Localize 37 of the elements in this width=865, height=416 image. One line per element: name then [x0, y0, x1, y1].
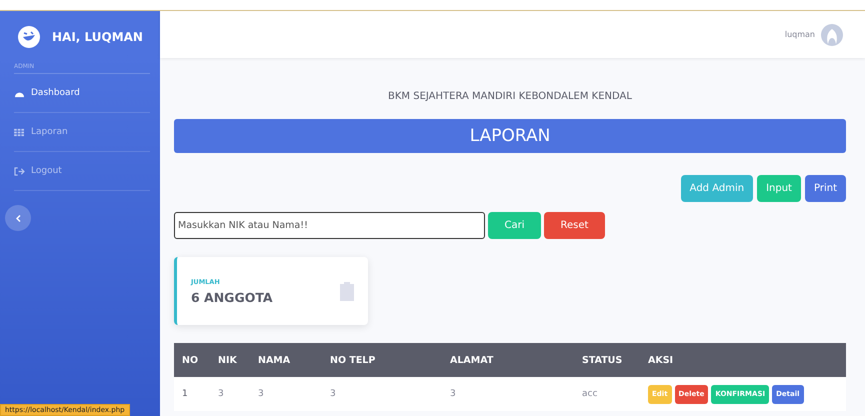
sidebar-item-label: Dashboard — [31, 88, 80, 98]
logout-icon — [14, 166, 25, 176]
table-cell-text: 3 — [258, 389, 265, 399]
sidebar-item[interactable]: Laporan — [14, 113, 150, 152]
action-button[interactable]: Print — [804, 175, 846, 202]
page-title: LAPORAN — [174, 119, 846, 153]
card-value: 6 ANGGOTA — [191, 290, 273, 304]
column-header: NO — [182, 354, 200, 366]
sidebar-item[interactable]: Logout — [14, 152, 150, 191]
table-cell-text: acc — [582, 389, 598, 399]
action-button[interactable]: Input — [757, 175, 801, 202]
sidebar-item[interactable]: Dashboard — [14, 74, 150, 113]
column-header: AKSI — [648, 354, 674, 366]
table-cell-text: 3 — [330, 389, 337, 399]
search-button[interactable]: Cari — [488, 212, 541, 239]
column-header: NAMA — [258, 354, 292, 366]
sidebar-item-label: Logout — [31, 166, 62, 176]
column-header: STATUS — [582, 354, 624, 366]
collapse-button[interactable] — [5, 205, 31, 231]
search-button[interactable]: Reset — [544, 212, 605, 239]
table-cell-text: 3 — [218, 389, 225, 399]
sidebar-item-label: Laporan — [31, 127, 68, 137]
clipboard-icon — [340, 281, 354, 301]
laughing-face-icon — [18, 26, 40, 48]
table-cell-text: 3 — [450, 389, 457, 399]
grid-icon — [14, 128, 25, 136]
column-header: NO TELP — [330, 354, 376, 366]
user-name[interactable]: luqman — [784, 30, 815, 39]
avatar-icon[interactable] — [821, 24, 843, 46]
column-header: ALAMAT — [450, 354, 494, 366]
organization-name: BKM SEJAHTERA MANDIRI KEBONDALEM KENDAL — [387, 91, 633, 104]
column-header: NIK — [218, 354, 238, 366]
search-field[interactable]: Masukkan NIK atau Nama!! — [174, 212, 485, 239]
table-cell-text: 1 — [182, 389, 189, 399]
action-button[interactable]: Add Admin — [680, 175, 754, 202]
brand-name: HAI, LUQMAN — [52, 30, 143, 44]
chevron-left-icon — [16, 214, 20, 222]
